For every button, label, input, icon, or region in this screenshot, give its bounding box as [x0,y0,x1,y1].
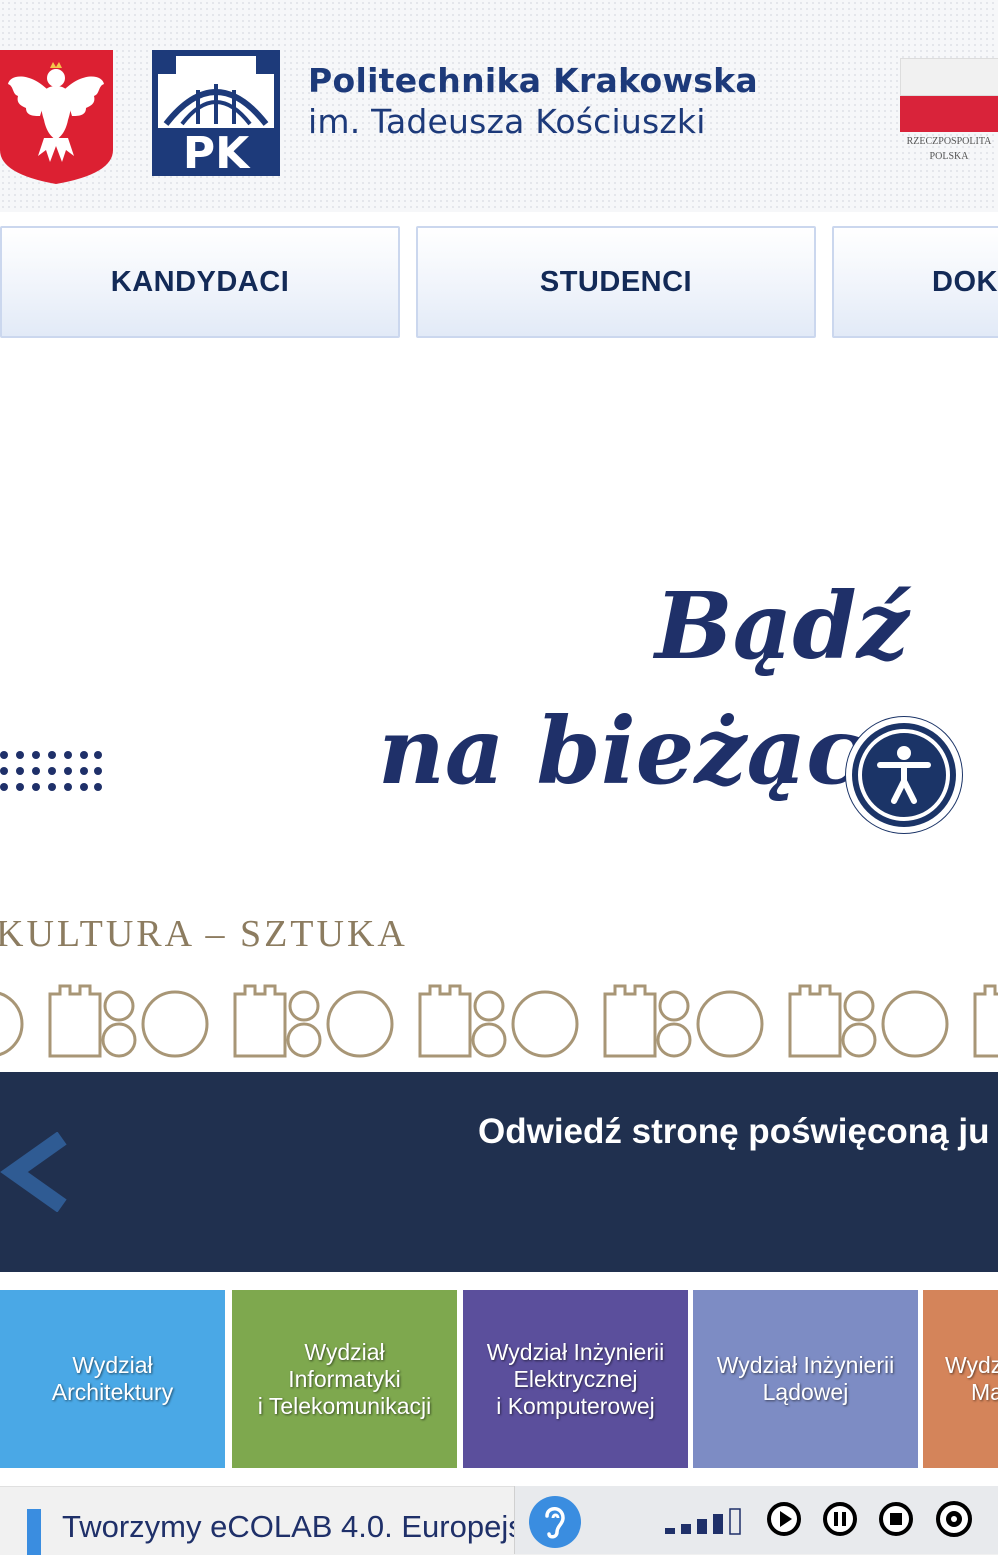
faculty-label: Wydz [945,1352,998,1378]
university-name-line2: im. Tadeusza Kościuszki [308,102,706,141]
faculty-label: Lądowej [762,1379,849,1405]
faculty-architektury[interactable]: Wydział Architektury [0,1290,225,1468]
university-name-line1: Politechnika Krakowska [308,61,758,100]
volume-level-icon[interactable] [665,1508,745,1538]
faculty-label: Elektrycznej [513,1365,638,1392]
flag-red-stripe [900,96,998,132]
faculty-mechanicznej[interactable]: Wydz Ma [923,1290,998,1468]
faculty-label: Informatyki [288,1365,401,1392]
faculty-informatyki[interactable]: Wydział Informatyki i Telekomunikacji [232,1290,457,1468]
castle-ornament-pattern [0,984,998,1058]
polish-eagle-emblem [0,50,113,184]
hero-slide[interactable]: Bądź na bieżąco KULTURA – SZTUKA [0,342,998,1072]
chevron-left-icon[interactable] [0,1132,70,1212]
accessibility-icon [852,723,956,827]
news-headline[interactable]: Tworzymy eCOLAB 4.0. Europejs [62,1509,522,1545]
hero-title-line2: na bieżąco [378,697,924,805]
faculty-elektrycznej[interactable]: Wydział Inżynierii Elektrycznej i Komputer… [463,1290,688,1468]
stop-icon[interactable] [879,1502,913,1536]
flag-white-stripe [900,58,998,96]
faculty-label: Wydział Inżynierii [486,1338,665,1365]
polish-flag-badge: RZECZPOSPOLITA POLSKA [900,58,998,162]
banner-text: Odwiedź stronę poświęconą ju [478,1112,990,1151]
flag-caption-2: POLSKA [929,151,969,162]
pk-logo[interactable]: PK [152,50,280,176]
faculty-label: Wydział Inżynierii [716,1352,895,1378]
nav-doktoranci[interactable]: DOK [832,226,998,338]
news-accent-bar [27,1509,41,1555]
accessibility-button[interactable] [846,717,962,833]
faculty-label: Wydział [304,1338,385,1365]
faculties-grid: Wydział Architektury Wydział Informatyki i … [0,1290,998,1468]
info-banner[interactable]: Odwiedź stronę poświęconą ju [0,1072,998,1272]
nav-kandydaci[interactable]: KANDYDACI [0,226,400,338]
faculty-label: i Telekomunikacji [257,1392,432,1419]
faculty-ladowej[interactable]: Wydział Inżynierii Lądowej [693,1290,918,1468]
site-header: PK Politechnika Krakowska im. Tadeusza K… [0,0,998,212]
audio-player [514,1486,998,1554]
play-icon[interactable] [767,1502,801,1536]
faculty-label: Ma [971,1379,998,1405]
hearing-icon[interactable] [527,1494,583,1550]
faculty-label: Wydział [72,1352,153,1378]
pk-logo-text: PK [183,128,251,176]
hero-subline: KULTURA – SZTUKA [0,913,408,955]
flag-caption-1: RZECZPOSPOLITA [906,136,992,147]
university-name[interactable]: Politechnika Krakowska im. Tadeusza Kośc… [308,60,758,142]
main-nav: KANDYDACI STUDENCI DOK [0,226,998,342]
faculty-label: Architektury [51,1379,174,1405]
pause-icon[interactable] [823,1502,857,1536]
faculty-label: i Komputerowej [496,1392,655,1419]
settings-icon[interactable] [935,1500,973,1538]
nav-studenci[interactable]: STUDENCI [416,226,816,338]
dot-pattern-decoration [0,751,102,791]
hero-title-line1: Bądź [655,572,909,680]
